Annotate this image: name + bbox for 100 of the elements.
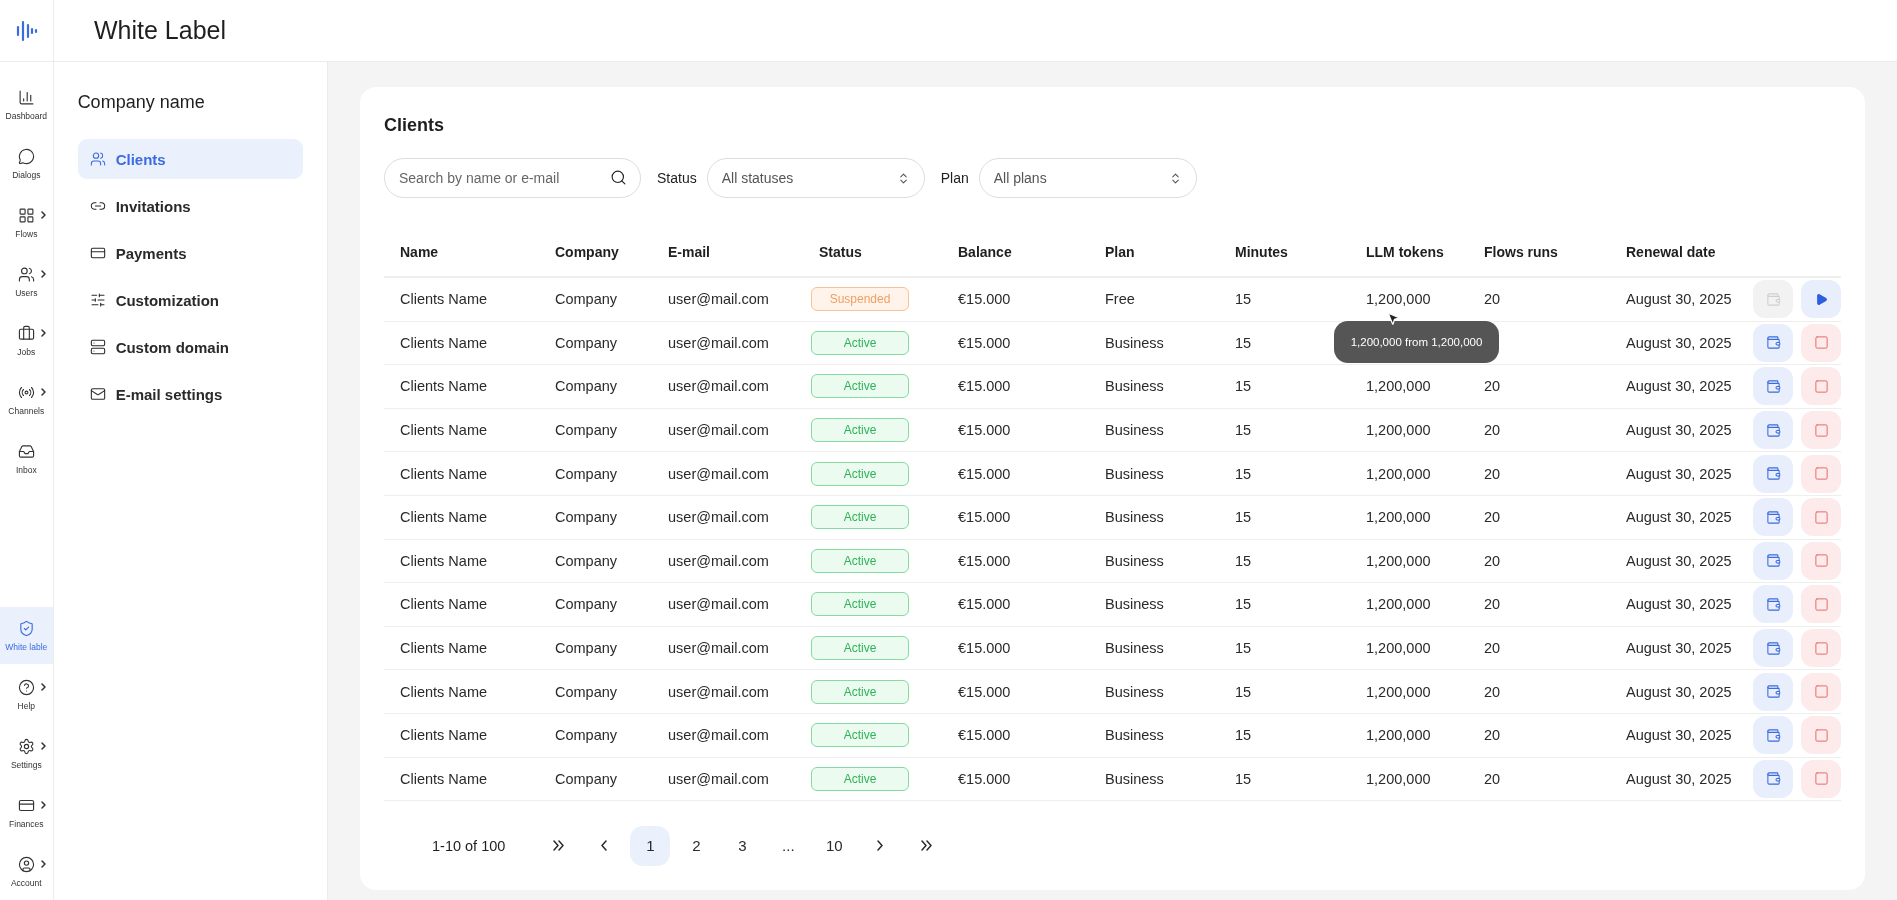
rail-item[interactable]: Channels <box>0 371 53 428</box>
plan-cell: Business <box>1105 552 1164 569</box>
minutes-cell: 15 <box>1235 509 1252 526</box>
stop-button[interactable] <box>1801 541 1841 580</box>
stop-button[interactable] <box>1801 629 1841 668</box>
rail-item[interactable]: Help <box>0 666 53 723</box>
stop-button[interactable] <box>1801 716 1841 755</box>
stop-button[interactable] <box>1801 367 1841 406</box>
rail-icon <box>17 737 35 755</box>
rail-item[interactable]: Flows <box>0 194 53 251</box>
rail-item[interactable]: Dashboard <box>0 76 53 133</box>
stop-button[interactable] <box>1801 759 1841 798</box>
email-cell: user@mail.com <box>668 683 769 700</box>
rail-item[interactable]: Dialogs <box>0 135 53 192</box>
tokens-cell: 1,200,000 <box>1366 378 1431 395</box>
wallet-button[interactable] <box>1753 323 1793 362</box>
date-cell: August 30, 2025 <box>1626 291 1732 308</box>
status-badge: Active <box>811 418 909 443</box>
play-button[interactable] <box>1801 280 1841 319</box>
balance-cell: €15.000 <box>958 640 1011 657</box>
company-cell: Company <box>555 291 618 308</box>
plan-cell: Business <box>1105 727 1164 744</box>
column-header: Name <box>399 244 440 260</box>
column-header: Renewal date <box>1625 244 1717 260</box>
rail-item[interactable]: Settings <box>0 725 53 782</box>
play-icon <box>1814 292 1828 306</box>
email-cell: user@mail.com <box>668 291 769 308</box>
rail-icon <box>17 442 35 460</box>
wallet-button[interactable] <box>1753 454 1793 493</box>
balance-cell: €15.000 <box>958 727 1011 744</box>
minutes-cell: 15 <box>1235 727 1252 744</box>
chevron-right-icon <box>877 840 884 852</box>
rail-item[interactable]: Inbox <box>0 430 53 487</box>
search-icon <box>610 169 627 186</box>
email-cell: user@mail.com <box>668 465 769 482</box>
minutes-cell: 15 <box>1235 378 1252 395</box>
stop-button[interactable] <box>1801 411 1841 450</box>
rail-item[interactable]: Jobs <box>0 312 53 369</box>
logo-icon <box>14 18 39 43</box>
stop-button[interactable] <box>1801 454 1841 493</box>
search-field[interactable]: Search by name or e-mail <box>384 158 641 198</box>
page-button[interactable]: 1 <box>630 825 671 866</box>
email-cell: user@mail.com <box>668 727 769 744</box>
wallet-button[interactable] <box>1753 759 1793 798</box>
rail-item[interactable]: Users <box>0 253 53 310</box>
wallet-button[interactable] <box>1753 716 1793 755</box>
sidebar-item[interactable]: Custom domain <box>77 327 303 367</box>
stop-button[interactable] <box>1801 585 1841 624</box>
stop-icon <box>1813 727 1829 743</box>
balance-cell: €15.000 <box>958 596 1011 613</box>
wallet-button[interactable] <box>1753 498 1793 537</box>
status-badge: Active <box>811 330 909 355</box>
sidebar-item[interactable]: Clients <box>77 139 303 179</box>
wallet-button[interactable] <box>1753 672 1793 711</box>
minutes-cell: 15 <box>1235 291 1252 308</box>
sidebar-item[interactable]: Payments <box>77 233 303 273</box>
flows-cell: 20 <box>1484 509 1501 526</box>
stop-icon <box>1813 379 1829 394</box>
page-button[interactable]: 10 <box>814 825 855 866</box>
page-button[interactable]: ... <box>768 825 809 866</box>
tooltip: 1,200,000 from 1,200,000 <box>1334 321 1499 364</box>
wallet-button[interactable] <box>1753 541 1793 580</box>
rail-item[interactable]: White lable <box>0 607 53 664</box>
wallet-button[interactable] <box>1753 629 1793 668</box>
rail-icon <box>17 88 35 106</box>
rail-icon <box>17 324 35 342</box>
rail-icon <box>17 206 35 224</box>
sidebar-item[interactable]: Invitations <box>77 186 303 226</box>
sidebar-item[interactable]: Customization <box>77 280 303 320</box>
stop-icon <box>1813 422 1829 438</box>
date-cell: August 30, 2025 <box>1626 552 1732 569</box>
sidebar-icon <box>89 151 106 167</box>
sidebar-icon <box>89 292 106 308</box>
plan-cell: Business <box>1105 422 1164 439</box>
stop-button[interactable] <box>1801 672 1841 711</box>
balance-cell: €15.000 <box>958 334 1011 351</box>
status-badge: Active <box>811 592 909 617</box>
rail-item[interactable]: Account <box>0 843 53 900</box>
stop-button[interactable] <box>1801 498 1841 537</box>
plan-cell: Business <box>1105 378 1164 395</box>
tokens-cell: 1,200,000 <box>1366 596 1431 613</box>
wallet-icon <box>1765 596 1781 612</box>
sidebar-item[interactable]: E-mail settings <box>77 374 303 414</box>
page-button[interactable]: 3 <box>722 825 763 866</box>
double-chevron-icon <box>552 840 564 852</box>
stop-icon <box>1813 684 1829 700</box>
balance-cell: €15.000 <box>958 770 1011 787</box>
flows-cell: 20 <box>1484 727 1501 744</box>
name-cell: Clients Name <box>400 770 488 787</box>
wallet-button[interactable] <box>1753 411 1793 450</box>
email-cell: user@mail.com <box>668 640 769 657</box>
wallet-button[interactable] <box>1753 367 1793 406</box>
rail-item[interactable]: Finances <box>0 784 53 841</box>
page-button[interactable]: 2 <box>676 825 717 866</box>
wallet-button[interactable] <box>1753 585 1793 624</box>
email-cell: user@mail.com <box>668 422 769 439</box>
rail-icon <box>17 147 35 165</box>
company-cell: Company <box>555 770 618 787</box>
company-cell: Company <box>555 596 618 613</box>
name-cell: Clients Name <box>400 683 488 700</box>
